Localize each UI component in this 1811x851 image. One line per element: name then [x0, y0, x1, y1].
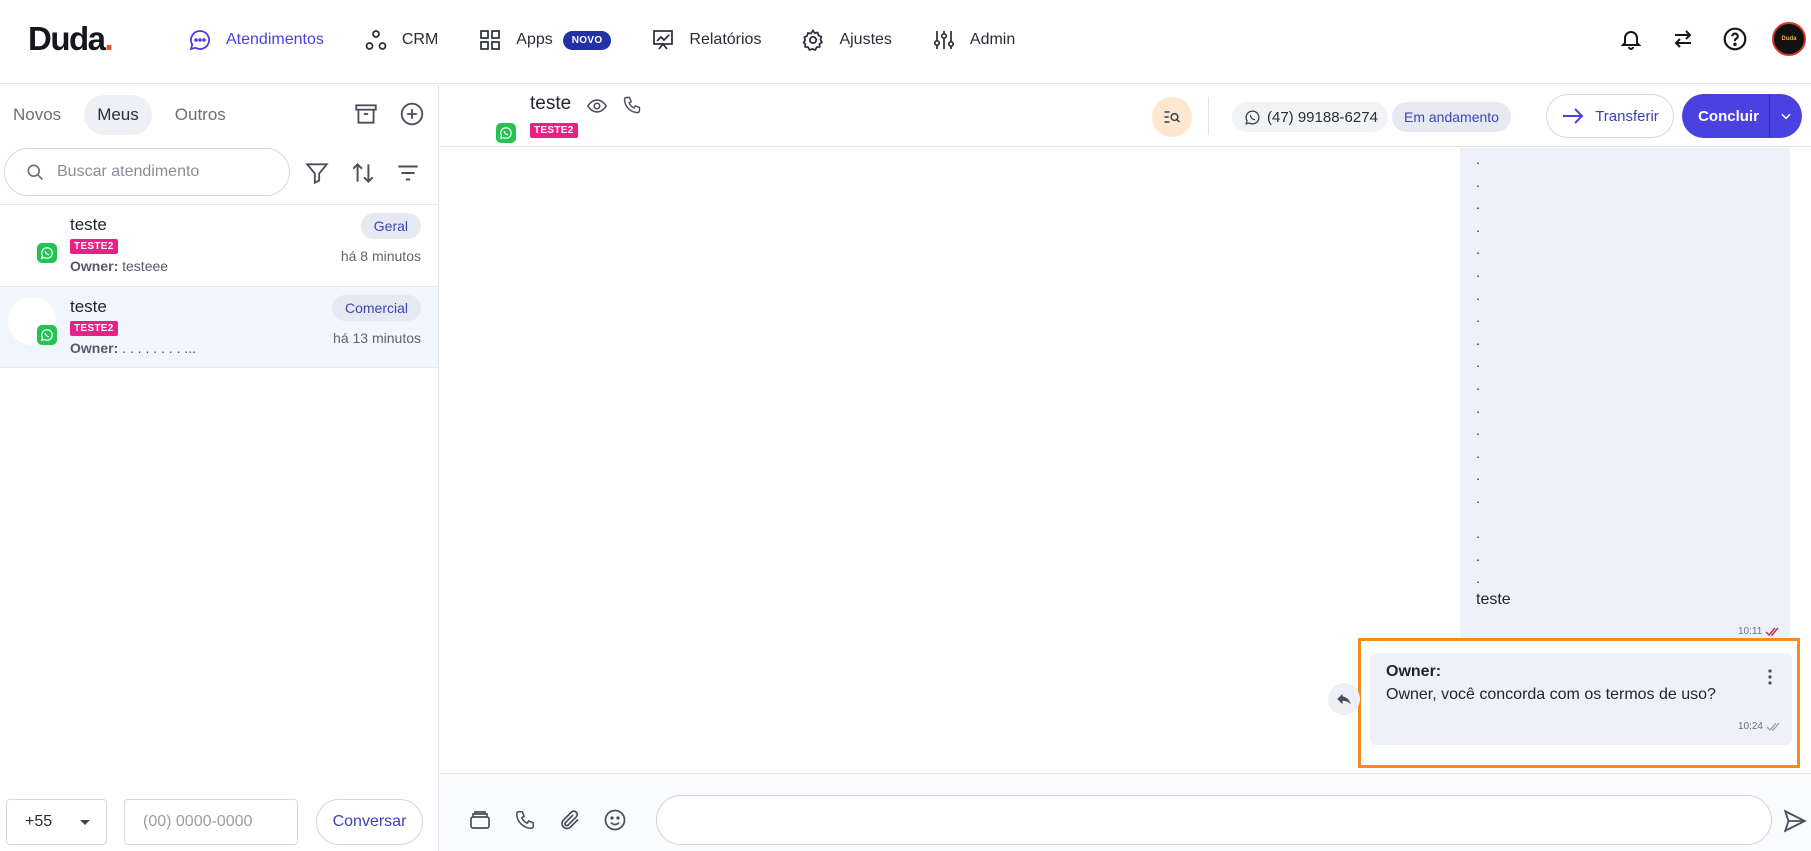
nav-relatorios[interactable]: Relatórios: [649, 20, 761, 60]
conversar-button[interactable]: Conversar: [316, 799, 423, 845]
whatsapp-icon: [37, 243, 57, 263]
tab-meus[interactable]: Meus: [84, 95, 152, 135]
contact-phone-badge: (47) 99188-6274: [1232, 102, 1388, 132]
conversation-time: há 8 minutos: [340, 248, 421, 264]
archive-icon[interactable]: [351, 99, 381, 129]
ddi-select[interactable]: +55: [6, 799, 107, 845]
message-input[interactable]: [656, 795, 1772, 845]
message-time: 10:11: [1738, 626, 1781, 637]
conversation-item[interactable]: teste TESTE2 Owner: testeee Geral há 8 m…: [0, 204, 438, 286]
user-avatar[interactable]: Duda: [1772, 22, 1806, 56]
conversation-tabs: Novos Meus Outros: [0, 93, 249, 137]
message-text: Owner, você concorda com os termos de us…: [1386, 686, 1716, 703]
search-box: [4, 148, 290, 196]
owner-line: Owner: testeee: [70, 258, 169, 274]
nav-label: Ajustes: [839, 31, 892, 48]
nav-label: Apps: [516, 31, 553, 48]
nav-ajustes[interactable]: Ajustes: [799, 20, 892, 60]
grid-icon: [476, 26, 504, 54]
duda-logo[interactable]: Duda.: [28, 20, 114, 58]
outgoing-message[interactable]: . . . . . . . . . . . . . . . . . . . te…: [1460, 148, 1790, 640]
nav-label: CRM: [401, 31, 439, 48]
department-badge: Geral: [360, 213, 421, 239]
search-messages-icon[interactable]: [1152, 97, 1192, 137]
contact-name[interactable]: teste: [530, 93, 571, 115]
contact-name: teste: [70, 297, 107, 316]
add-circle-icon[interactable]: [397, 99, 427, 129]
nav-admin[interactable]: Admin: [930, 20, 1015, 60]
contact-tag: TESTE2: [70, 239, 118, 254]
whatsapp-icon: [496, 123, 516, 143]
help-icon[interactable]: [1720, 24, 1750, 54]
filter-lines-icon[interactable]: [393, 158, 423, 188]
nodes-icon: [362, 26, 390, 54]
nav-apps[interactable]: Apps NOVO: [476, 20, 612, 60]
kebab-menu-icon[interactable]: [1764, 667, 1776, 687]
nav-label: Relatórios: [689, 31, 762, 48]
chat-bubble-icon: [186, 26, 214, 54]
message-composer: [440, 773, 1811, 851]
message-dots: . . .: [1476, 525, 1480, 587]
conversation-time: há 13 minutos: [333, 330, 421, 346]
nav-crm[interactable]: CRM: [362, 20, 438, 60]
double-check-icon: [1766, 722, 1780, 731]
search-input[interactable]: [57, 163, 277, 181]
chevron-down-icon[interactable]: [1770, 109, 1802, 123]
incoming-message[interactable]: Owner: Owner, você concorda com os termo…: [1370, 653, 1792, 745]
eye-icon[interactable]: [585, 94, 609, 118]
main-nav: Atendimentos CRM Apps NOVO Relatórios Aj…: [186, 20, 1053, 60]
caret-down-icon: [80, 820, 90, 825]
messages-area: . . . . . . . . . . . . . . . . . . . te…: [440, 148, 1811, 773]
message-text: teste: [1476, 591, 1511, 608]
topbar-actions: Duda: [1616, 22, 1811, 56]
phone-icon[interactable]: [511, 806, 539, 834]
tab-outros[interactable]: Outros: [162, 95, 239, 135]
transfer-button[interactable]: Transferir: [1546, 94, 1674, 138]
conversation-list: teste TESTE2 Owner: testeee Geral há 8 m…: [0, 204, 438, 368]
message-time: 10:24: [1738, 721, 1782, 732]
top-navbar: Duda. Atendimentos CRM Apps NOVO Relatór…: [0, 0, 1811, 84]
send-icon[interactable]: [1780, 806, 1810, 836]
conversations-panel: Novos Meus Outros teste TESTE2 Owner: te…: [0, 85, 439, 851]
whatsapp-icon: [37, 325, 57, 345]
double-check-icon: [1765, 627, 1779, 636]
reply-icon[interactable]: [1328, 683, 1360, 715]
filter-funnel-icon[interactable]: [302, 158, 332, 188]
search-icon: [25, 162, 45, 182]
nav-label: Admin: [969, 31, 1016, 48]
message-sender: Owner:: [1386, 663, 1442, 680]
conclude-button[interactable]: Concluir: [1682, 94, 1802, 138]
swap-arrows-icon[interactable]: [1668, 24, 1698, 54]
novo-badge: NOVO: [562, 30, 612, 50]
gear-icon: [799, 26, 827, 54]
nav-atendimentos[interactable]: Atendimentos: [186, 20, 324, 60]
sliders-icon: [930, 26, 958, 54]
message-dots: . . . . . . . . . . . . . . . .: [1476, 151, 1480, 506]
divider: [1208, 97, 1209, 135]
status-badge: Em andamento: [1392, 102, 1511, 132]
phone-input[interactable]: [124, 799, 298, 845]
chat-header: teste TESTE2 (47) 99188-6274 Em andament…: [440, 85, 1811, 147]
nav-label: Atendimentos: [226, 31, 324, 48]
owner-line: Owner: . . . . . . . . ...: [70, 340, 197, 356]
new-conversation-bar: +55 Conversar: [0, 790, 438, 851]
whatsapp-outline-icon: [1244, 109, 1261, 126]
paperclip-icon[interactable]: [556, 806, 584, 834]
emoji-icon[interactable]: [601, 806, 629, 834]
department-badge: Comercial: [331, 295, 421, 321]
phone-icon[interactable]: [620, 93, 644, 117]
contact-tag: TESTE2: [70, 321, 118, 336]
presentation-chart-icon: [649, 26, 677, 54]
quick-replies-icon[interactable]: [466, 806, 494, 834]
bell-icon[interactable]: [1616, 24, 1646, 54]
contact-tag: TESTE2: [530, 123, 578, 138]
conversation-item[interactable]: teste TESTE2 Owner: . . . . . . . . ... …: [0, 286, 438, 368]
tab-novos[interactable]: Novos: [0, 95, 74, 135]
sort-arrows-icon[interactable]: [348, 158, 378, 188]
contact-name: teste: [70, 215, 107, 234]
